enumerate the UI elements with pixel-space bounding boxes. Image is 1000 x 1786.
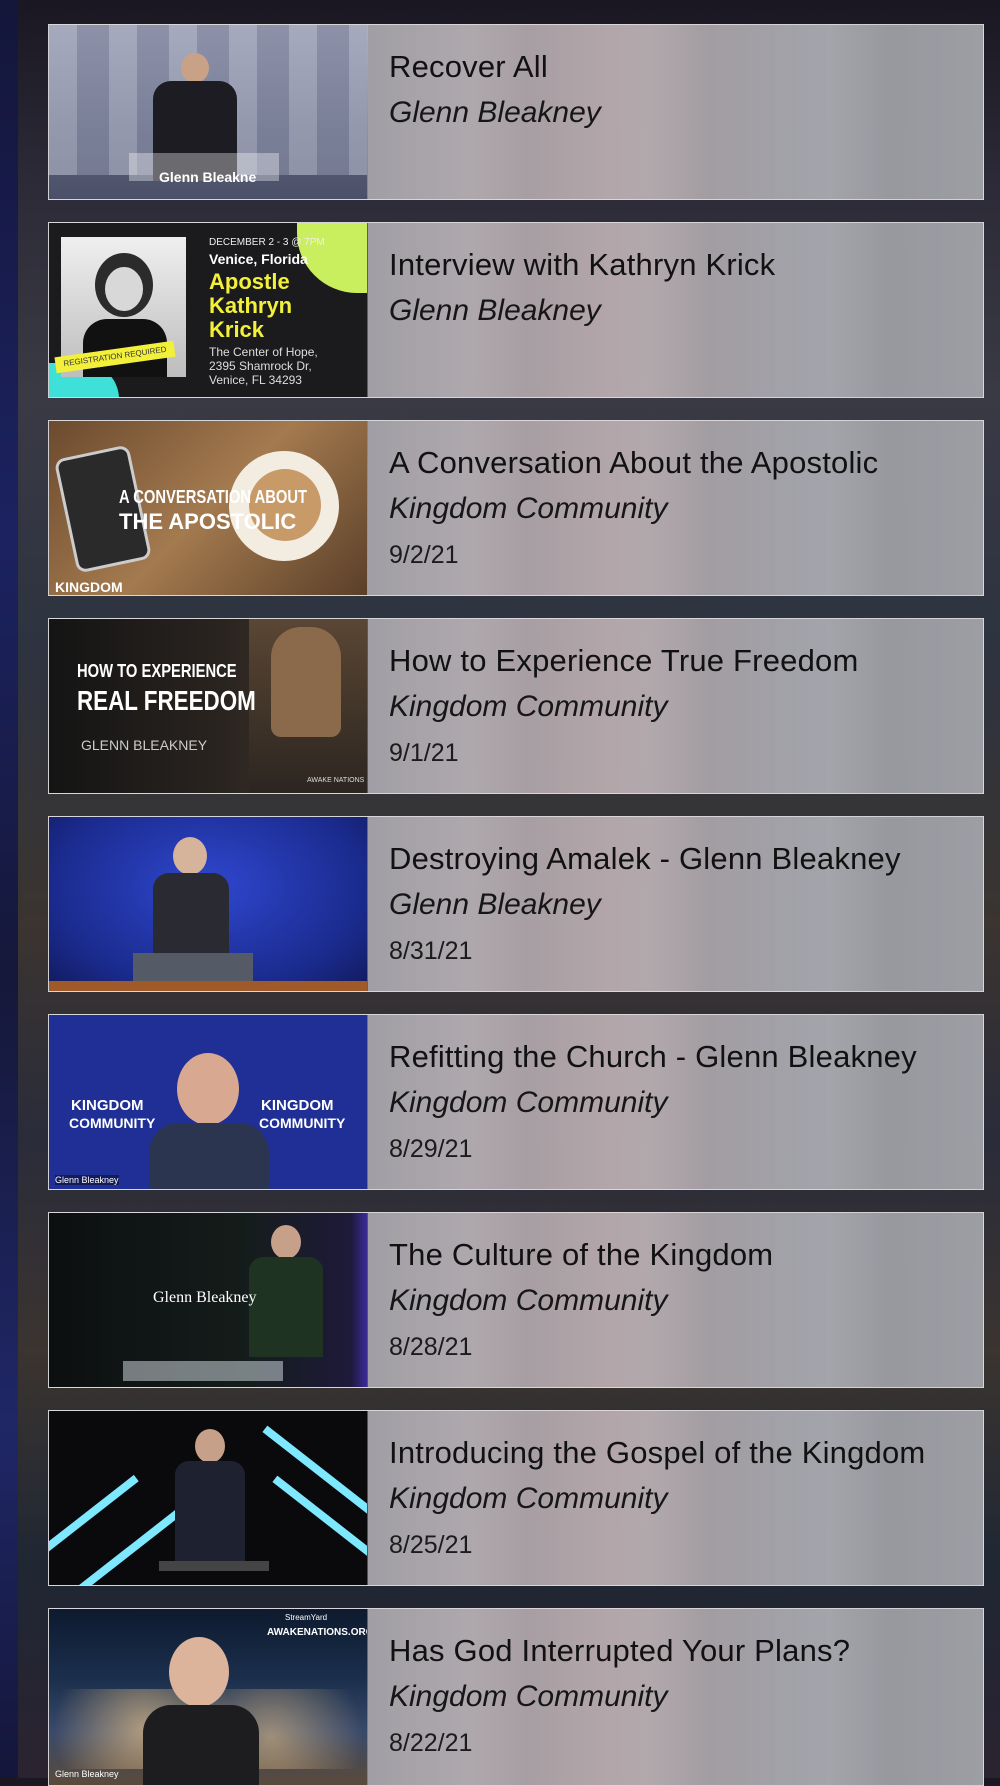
- event-address-line1: The Center of Hope,: [209, 345, 318, 359]
- video-thumbnail[interactable]: StreamYard AWAKENATIONS.ORG Glenn Bleakn…: [49, 1609, 368, 1785]
- video-title: Interview with Kathryn Krick: [389, 247, 776, 282]
- video-date: 8/25/21: [389, 1531, 473, 1559]
- event-name-line3: Krick: [209, 317, 265, 342]
- event-name-line1: Apostle: [209, 269, 290, 294]
- video-title: Has God Interrupted Your Plans?: [389, 1633, 851, 1668]
- thumb-headline-1: A CONVERSATION ABOUT: [119, 487, 308, 507]
- left-edge-strip: [0, 0, 18, 1778]
- video-date: 8/22/21: [389, 1729, 473, 1757]
- video-row[interactable]: KINGDOM COMMUNITY KINGDOM COMMUNITY Glen…: [48, 1014, 984, 1190]
- video-title: A Conversation About the Apostolic: [389, 445, 879, 480]
- video-thumbnail[interactable]: KINGDOM COMMUNITY KINGDOM COMMUNITY Glen…: [49, 1015, 368, 1189]
- video-author: Glenn Bleakney: [389, 96, 601, 129]
- kingdom-logo: KINGDOM: [55, 579, 123, 595]
- video-date: 8/28/21: [389, 1333, 473, 1361]
- video-date: 8/29/21: [389, 1135, 473, 1163]
- video-title: Introducing the Gospel of the Kingdom: [389, 1435, 926, 1470]
- event-location: Venice, Florida: [209, 251, 308, 267]
- event-address-line3: Venice, FL 34293: [209, 373, 302, 387]
- event-date: DECEMBER 2 - 3 @ 7PM: [209, 237, 325, 248]
- video-author: Kingdom Community: [389, 1284, 668, 1317]
- video-row[interactable]: REGISTRATION REQUIRED DECEMBER 2 - 3 @ 7…: [48, 222, 984, 398]
- event-name-line2: Kathryn: [209, 293, 293, 318]
- video-thumbnail[interactable]: HOW TO EXPERIENCE REAL FREEDOM GLENN BLE…: [49, 619, 368, 793]
- thumbnail-caption: Glenn Bleakney: [153, 1289, 257, 1306]
- brand-left-2: COMMUNITY: [69, 1115, 156, 1131]
- video-author: Kingdom Community: [389, 1086, 668, 1119]
- thumbnail-caption: Glenn Bleakne: [159, 169, 257, 185]
- brand-right-1: KINGDOM: [261, 1097, 334, 1114]
- video-date: 9/1/21: [389, 739, 459, 767]
- thumb-speaker: GLENN BLEAKNEY: [81, 737, 208, 753]
- thumbnail-caption: Glenn Bleakney: [55, 1175, 119, 1185]
- video-author: Kingdom Community: [389, 1680, 668, 1713]
- streamyard-label: StreamYard: [285, 1613, 328, 1622]
- video-thumbnail[interactable]: [49, 1411, 368, 1585]
- video-author: Glenn Bleakney: [389, 888, 601, 921]
- awake-nations-logo: AWAKE NATIONS: [307, 777, 365, 784]
- video-author: Glenn Bleakney: [389, 294, 601, 327]
- video-title: Destroying Amalek - Glenn Bleakney: [389, 841, 901, 876]
- video-row[interactable]: A CONVERSATION ABOUT THE APOSTOLIC KINGD…: [48, 420, 984, 596]
- video-row[interactable]: Introducing the Gospel of the Kingdom Ki…: [48, 1410, 984, 1586]
- event-address-line2: 2395 Shamrock Dr,: [209, 359, 312, 373]
- video-row[interactable]: HOW TO EXPERIENCE REAL FREEDOM GLENN BLE…: [48, 618, 984, 794]
- video-row[interactable]: Glenn Bleakney The Culture of the Kingdo…: [48, 1212, 984, 1388]
- video-date: 8/31/21: [389, 937, 473, 965]
- video-row[interactable]: Destroying Amalek - Glenn Bleakney Glenn…: [48, 816, 984, 992]
- video-thumbnail[interactable]: Glenn Bleakney: [49, 1213, 368, 1387]
- video-author: Kingdom Community: [389, 690, 668, 723]
- video-title: How to Experience True Freedom: [389, 643, 859, 678]
- awakenations-url: AWAKENATIONS.ORG: [267, 1627, 368, 1638]
- video-thumbnail[interactable]: REGISTRATION REQUIRED DECEMBER 2 - 3 @ 7…: [49, 223, 368, 397]
- video-row[interactable]: StreamYard AWAKENATIONS.ORG Glenn Bleakn…: [48, 1608, 984, 1786]
- thumb-headline-1: HOW TO EXPERIENCE: [77, 661, 237, 681]
- video-thumbnail[interactable]: Glenn Bleakne: [49, 25, 368, 199]
- video-author: Kingdom Community: [389, 492, 668, 525]
- video-author: Kingdom Community: [389, 1482, 668, 1515]
- video-thumbnail[interactable]: A CONVERSATION ABOUT THE APOSTOLIC KINGD…: [49, 421, 368, 595]
- video-thumbnail[interactable]: [49, 817, 368, 991]
- thumb-headline-2: REAL FREEDOM: [77, 685, 256, 716]
- video-title: Refitting the Church - Glenn Bleakney: [389, 1039, 917, 1074]
- brand-right-2: COMMUNITY: [259, 1115, 346, 1131]
- video-title: Recover All: [389, 49, 548, 84]
- video-date: 9/2/21: [389, 541, 459, 569]
- video-title: The Culture of the Kingdom: [389, 1237, 774, 1272]
- video-row[interactable]: Glenn Bleakne Recover All Glenn Bleakney: [48, 24, 984, 200]
- thumb-headline-2: THE APOSTOLIC: [119, 509, 297, 534]
- brand-left-1: KINGDOM: [71, 1097, 144, 1114]
